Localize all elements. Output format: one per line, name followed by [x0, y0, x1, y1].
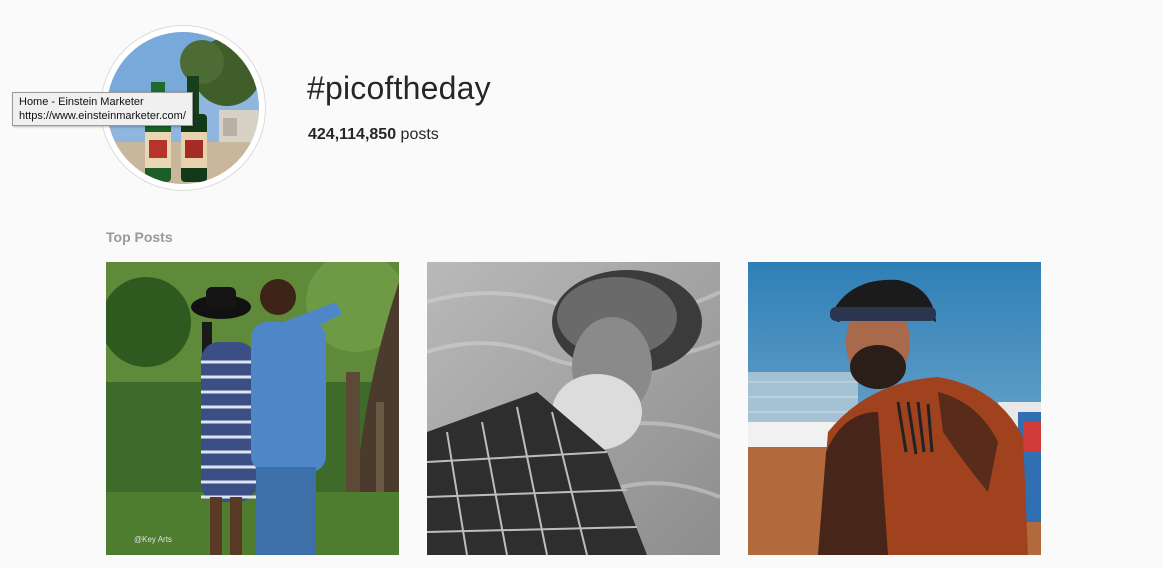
top-posts-label: Top Posts	[106, 229, 173, 245]
tooltip-title: Home - Einstein Marketer	[19, 96, 144, 108]
top-post-1[interactable]: @Key Arts	[106, 262, 399, 555]
post-count-suffix: posts	[396, 126, 439, 143]
top-post-3[interactable]	[748, 262, 1041, 555]
post-image-couple: @Key Arts	[106, 262, 399, 555]
tooltip-url: https://www.einsteinmarketer.com/	[19, 110, 186, 122]
post-count-number: 424,114,850	[308, 126, 397, 143]
post-image-tattoo	[748, 262, 1041, 555]
post-count: 424,114,850 posts	[308, 126, 439, 144]
hashtag-title: #picoftheday	[307, 70, 491, 106]
link-tooltip: Home - Einstein Marketer https://www.ein…	[12, 92, 193, 126]
top-post-2[interactable]	[427, 262, 720, 555]
post-watermark: @Key Arts	[134, 535, 172, 544]
post-image-elder	[427, 262, 720, 555]
